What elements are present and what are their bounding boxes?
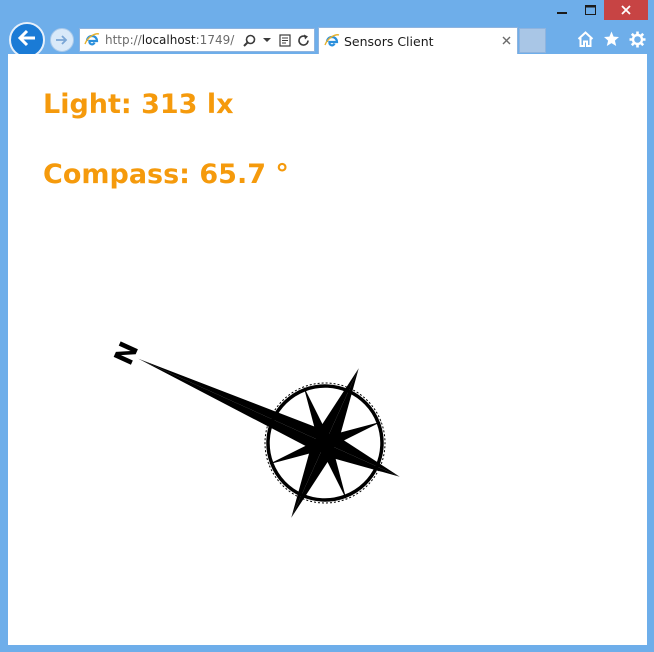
minimize-button[interactable] — [548, 0, 576, 20]
window-controls — [548, 0, 648, 22]
address-tools — [242, 32, 310, 48]
tab-sensors-client[interactable]: Sensors Client — [318, 27, 518, 54]
home-icon[interactable] — [576, 30, 594, 48]
compatibility-view-icon[interactable] — [278, 32, 292, 48]
new-tab-button[interactable] — [519, 28, 546, 53]
compass-rose: N — [106, 336, 400, 518]
url-scheme: http:// — [105, 33, 142, 47]
star-icon[interactable] — [602, 30, 620, 48]
url-host: localhost — [141, 33, 196, 47]
forward-arrow-icon — [55, 31, 69, 50]
ie-logo-icon — [324, 33, 340, 49]
gear-icon[interactable] — [628, 30, 646, 48]
forward-button[interactable] — [50, 28, 74, 52]
back-arrow-icon — [17, 29, 37, 51]
back-button[interactable] — [9, 22, 45, 58]
close-window-button[interactable] — [604, 0, 648, 20]
tab-title: Sensors Client — [344, 33, 434, 49]
address-bar[interactable]: http://localhost:1749/ — [79, 28, 315, 52]
refresh-icon[interactable] — [296, 32, 310, 48]
north-letter: N — [106, 336, 142, 368]
ie-logo-icon — [84, 32, 100, 48]
page-content: Light: 313 lx Compass: 65.7 ° N — [8, 54, 647, 645]
browser-window: http://localhost:1749/ Sensors Client Li… — [0, 0, 654, 652]
close-icon[interactable] — [500, 34, 512, 46]
browser-toolbar — [576, 30, 646, 48]
url-port: :1749/ — [195, 33, 235, 47]
search-icon[interactable] — [242, 32, 256, 48]
maximize-button[interactable] — [576, 0, 604, 20]
chevron-down-icon[interactable] — [260, 32, 274, 48]
url-text: http://localhost:1749/ — [105, 33, 234, 47]
compass-rose-needle: N — [106, 336, 400, 518]
